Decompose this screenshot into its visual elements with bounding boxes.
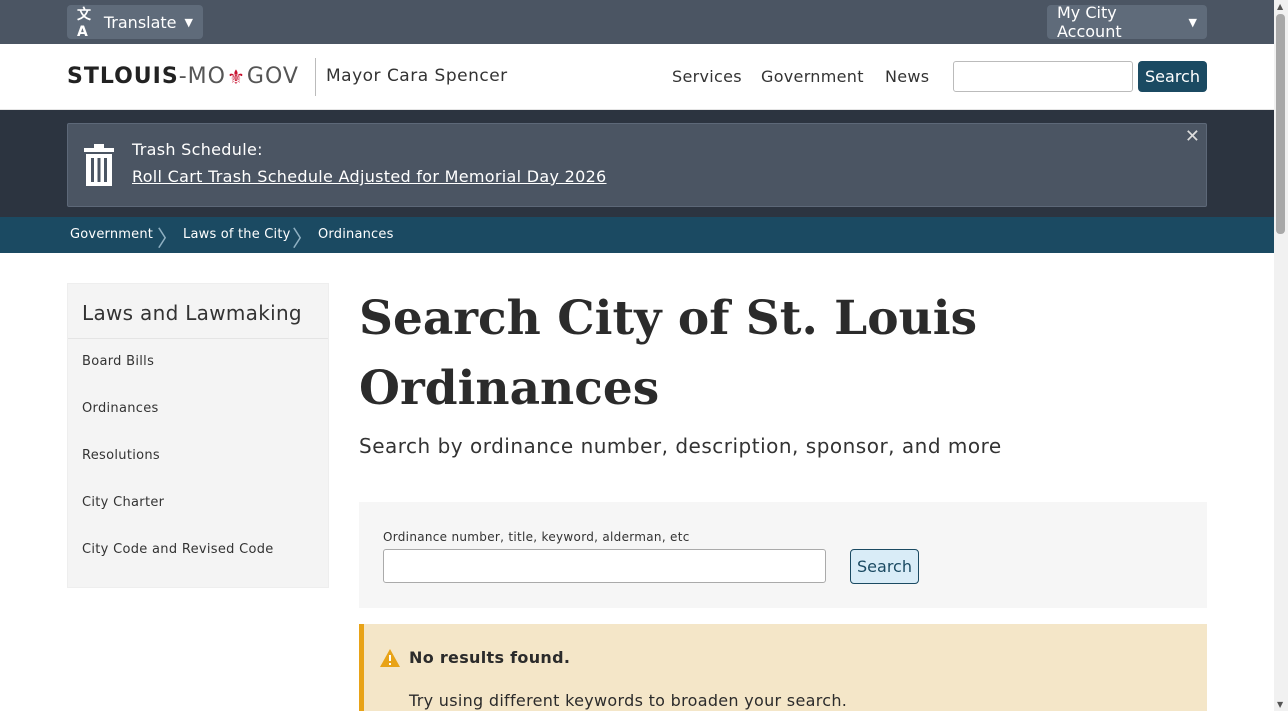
sidebar-item-city-code[interactable]: City Code and Revised Code (82, 542, 274, 557)
account-label: My City Account (1057, 3, 1122, 41)
breadcrumb-ordinances: Ordinances (318, 227, 394, 242)
alert-label: Trash Schedule: (132, 140, 263, 159)
close-icon[interactable]: ✕ (1185, 126, 1200, 147)
header-search-input[interactable] (953, 61, 1133, 92)
chevron-right-icon: 〉 (157, 227, 180, 252)
page-subtitle: Search by ordinance number, description,… (359, 434, 1002, 458)
logo-dash: - (178, 64, 188, 89)
nav-news[interactable]: News (885, 67, 929, 86)
sidebar: Laws and Lawmaking Board Bills Ordinance… (67, 283, 329, 588)
scrollbar-thumb[interactable] (1276, 14, 1285, 234)
scroll-up-icon[interactable]: ▲ (1277, 2, 1283, 11)
logo-stlouis: STLOUIS (67, 64, 179, 89)
scroll-down-icon[interactable]: ▼ (1277, 700, 1283, 709)
breadcrumb-government[interactable]: Government (70, 227, 153, 242)
translate-button[interactable]: 文A Translate ▼ (67, 5, 203, 40)
sidebar-item-ordinances[interactable]: Ordinances (82, 401, 159, 416)
mayor-name[interactable]: Mayor Cara Spencer (326, 66, 508, 86)
no-results-notice: No results found. Try using different ke… (359, 624, 1207, 711)
sidebar-title[interactable]: Laws and Lawmaking (82, 301, 302, 325)
sidebar-item-city-charter[interactable]: City Charter (82, 495, 164, 510)
logo-divider (315, 58, 316, 96)
sidebar-item-board-bills[interactable]: Board Bills (82, 354, 154, 369)
ordinance-search-input[interactable] (383, 549, 826, 583)
breadcrumb-laws-of-the-city[interactable]: Laws of the City (183, 227, 291, 242)
translate-label: Translate (103, 12, 177, 32)
utility-bar: 文A Translate ▼ My City Account ▼ (0, 0, 1274, 44)
nav-services[interactable]: Services (672, 67, 742, 86)
fleur-de-lis-icon: ⚜ (226, 64, 246, 89)
search-label: Ordinance number, title, keyword, alderm… (383, 530, 690, 544)
breadcrumb: Government 〉 Laws of the City 〉 Ordinanc… (0, 217, 1274, 253)
header-search-button[interactable]: Search (1138, 61, 1207, 92)
trash-icon (84, 144, 114, 186)
warning-icon (380, 649, 400, 667)
nav-government[interactable]: Government (761, 67, 864, 86)
alert-band: Trash Schedule: Roll Cart Trash Schedule… (0, 110, 1274, 217)
caret-down-icon: ▼ (1188, 15, 1197, 29)
page-title: Search City of St. Louis Ordinances (359, 291, 978, 416)
translate-icon: 文A (77, 7, 91, 40)
logo-mo: MO (187, 64, 226, 89)
scrollbar[interactable]: ▲ ▼ (1274, 0, 1288, 711)
site-header: STLOUIS - MO ⚜ GOV Mayor Cara Spencer Se… (0, 44, 1274, 110)
caret-down-icon: ▼ (184, 15, 193, 29)
ordinance-search-panel: Ordinance number, title, keyword, alderm… (359, 502, 1207, 608)
sidebar-item-resolutions[interactable]: Resolutions (82, 448, 160, 463)
site-logo[interactable]: STLOUIS - MO ⚜ GOV (67, 64, 299, 89)
notice-title: No results found. (409, 648, 571, 667)
notice-body: Try using different keywords to broaden … (409, 691, 848, 710)
ordinance-search-button[interactable]: Search (850, 549, 919, 584)
divider (68, 338, 328, 339)
logo-gov: GOV (246, 64, 299, 89)
alert-link[interactable]: Roll Cart Trash Schedule Adjusted for Me… (132, 167, 607, 186)
chevron-right-icon: 〉 (292, 227, 315, 252)
trash-schedule-alert: Trash Schedule: Roll Cart Trash Schedule… (67, 123, 1207, 207)
my-city-account-button[interactable]: My City Account ▼ (1047, 3, 1207, 41)
